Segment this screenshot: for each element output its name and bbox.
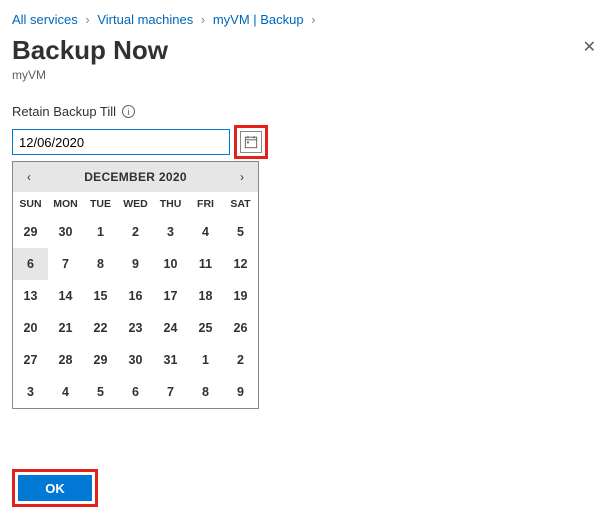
highlight-calendar-button: [234, 125, 268, 159]
calendar-icon: [244, 135, 258, 149]
chevron-right-icon: ›: [197, 12, 209, 27]
calendar-day-cell[interactable]: 1: [188, 344, 223, 376]
calendar-day-cell[interactable]: 8: [188, 376, 223, 408]
calendar-day-cell[interactable]: 7: [153, 376, 188, 408]
calendar-day-cell[interactable]: 11: [188, 248, 223, 280]
date-picker-calendar: ‹ DECEMBER 2020 › SUNMONTUEWEDTHUFRISAT …: [12, 161, 259, 409]
calendar-day-cell[interactable]: 5: [83, 376, 118, 408]
next-month-button[interactable]: ›: [232, 170, 252, 184]
calendar-day-cell[interactable]: 17: [153, 280, 188, 312]
calendar-day-cell[interactable]: 7: [48, 248, 83, 280]
breadcrumb-link[interactable]: Virtual machines: [97, 12, 193, 27]
breadcrumb-link[interactable]: All services: [12, 12, 78, 27]
highlight-ok-button: OK: [12, 469, 98, 507]
calendar-weekday-label: SUN: [13, 192, 48, 216]
calendar-day-cell[interactable]: 29: [13, 216, 48, 248]
calendar-day-cell[interactable]: 31: [153, 344, 188, 376]
chevron-left-icon: ‹: [27, 170, 31, 184]
calendar-day-cell[interactable]: 29: [83, 344, 118, 376]
calendar-day-cell[interactable]: 16: [118, 280, 153, 312]
close-icon: ✕: [583, 39, 596, 56]
calendar-day-cell[interactable]: 13: [13, 280, 48, 312]
breadcrumb-link[interactable]: myVM | Backup: [213, 12, 304, 27]
retain-till-input[interactable]: [12, 129, 230, 155]
chevron-right-icon: ›: [307, 12, 319, 27]
chevron-right-icon: ›: [240, 170, 244, 184]
breadcrumb: All services › Virtual machines › myVM |…: [12, 12, 600, 27]
calendar-day-cell[interactable]: 1: [83, 216, 118, 248]
retain-till-label: Retain Backup Till i: [12, 104, 600, 119]
calendar-day-cell[interactable]: 2: [118, 216, 153, 248]
calendar-day-cell[interactable]: 27: [13, 344, 48, 376]
calendar-grid: SUNMONTUEWEDTHUFRISAT 293012345678910111…: [13, 192, 258, 408]
calendar-day-cell[interactable]: 23: [118, 312, 153, 344]
calendar-weekday-label: FRI: [188, 192, 223, 216]
prev-month-button[interactable]: ‹: [19, 170, 39, 184]
field-label-text: Retain Backup Till: [12, 104, 116, 119]
calendar-day-cell[interactable]: 4: [188, 216, 223, 248]
calendar-day-cell[interactable]: 9: [223, 376, 258, 408]
calendar-button[interactable]: [240, 131, 262, 153]
ok-button[interactable]: OK: [18, 475, 92, 501]
calendar-day-cell[interactable]: 2: [223, 344, 258, 376]
calendar-day-cell[interactable]: 30: [48, 216, 83, 248]
calendar-day-cell[interactable]: 3: [13, 376, 48, 408]
calendar-weekday-label: WED: [118, 192, 153, 216]
calendar-day-cell[interactable]: 30: [118, 344, 153, 376]
calendar-day-cell[interactable]: 19: [223, 280, 258, 312]
page-title: Backup Now: [12, 35, 168, 66]
calendar-day-cell[interactable]: 18: [188, 280, 223, 312]
calendar-day-cell[interactable]: 6: [118, 376, 153, 408]
calendar-month-label: DECEMBER 2020: [39, 170, 232, 184]
calendar-day-cell[interactable]: 22: [83, 312, 118, 344]
calendar-day-cell[interactable]: 8: [83, 248, 118, 280]
chevron-right-icon: ›: [81, 12, 93, 27]
calendar-day-cell[interactable]: 4: [48, 376, 83, 408]
calendar-day-cell[interactable]: 9: [118, 248, 153, 280]
calendar-day-cell[interactable]: 26: [223, 312, 258, 344]
calendar-day-cell[interactable]: 12: [223, 248, 258, 280]
calendar-day-cell[interactable]: 21: [48, 312, 83, 344]
calendar-day-cell[interactable]: 24: [153, 312, 188, 344]
calendar-day-cell[interactable]: 25: [188, 312, 223, 344]
calendar-weekday-label: TUE: [83, 192, 118, 216]
page-subtitle: myVM: [12, 68, 168, 82]
calendar-day-cell[interactable]: 3: [153, 216, 188, 248]
calendar-day-cell[interactable]: 28: [48, 344, 83, 376]
calendar-day-cell[interactable]: 14: [48, 280, 83, 312]
calendar-weekday-label: MON: [48, 192, 83, 216]
info-icon[interactable]: i: [122, 105, 135, 118]
close-button[interactable]: ✕: [579, 33, 600, 61]
calendar-weekday-label: THU: [153, 192, 188, 216]
calendar-day-cell[interactable]: 6: [13, 248, 48, 280]
calendar-day-cell[interactable]: 20: [13, 312, 48, 344]
calendar-day-cell[interactable]: 5: [223, 216, 258, 248]
calendar-weekday-label: SAT: [223, 192, 258, 216]
calendar-day-cell[interactable]: 15: [83, 280, 118, 312]
calendar-day-cell[interactable]: 10: [153, 248, 188, 280]
